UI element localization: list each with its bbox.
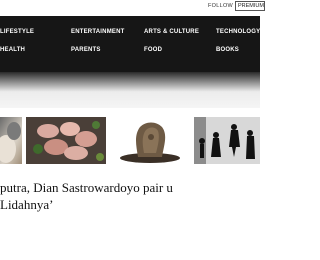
raw-chicken-image <box>26 117 106 164</box>
nav-shadow <box>0 72 260 108</box>
category-nav: LIFESTYLE ENTERTAINMENT ARTS & CULTURE T… <box>0 16 260 72</box>
article-headline[interactable]: putra, Dian Sastrowardoyo pair u Lidahny… <box>0 179 280 213</box>
follow-link[interactable]: FOLLOW <box>208 3 233 9</box>
nav-item-lifestyle[interactable]: LIFESTYLE <box>0 29 34 35</box>
top-bar: FOLLOW PREMIUM <box>0 0 265 14</box>
thumbnail-strip <box>0 117 260 164</box>
nav-item-technology[interactable]: TECHNOLOGY <box>216 29 260 35</box>
thumbnail-person[interactable] <box>0 117 22 164</box>
wooden-sculpture-image <box>120 122 180 163</box>
nav-item-health[interactable]: HEALTH <box>0 47 25 53</box>
nav-item-books[interactable]: BOOKS <box>216 47 239 53</box>
nav-item-parents[interactable]: PARENTS <box>71 47 101 53</box>
premium-button[interactable]: PREMIUM <box>235 1 265 11</box>
nav-item-arts-culture[interactable]: ARTS & CULTURE <box>144 29 199 35</box>
nav-item-food[interactable]: FOOD <box>144 47 162 53</box>
nav-item-entertainment[interactable]: ENTERTAINMENT <box>71 29 125 35</box>
thumbnail-silhouettes[interactable] <box>194 117 260 164</box>
silhouettes-image <box>194 117 260 164</box>
headline-line-1: putra, Dian Sastrowardoyo pair u <box>0 180 173 195</box>
thumbnail-raw-chicken[interactable] <box>26 117 106 164</box>
person-photo-image <box>0 122 21 163</box>
thumbnail-wooden-sculpture[interactable] <box>108 117 191 164</box>
headline-line-2: Lidahnya’ <box>0 197 54 212</box>
